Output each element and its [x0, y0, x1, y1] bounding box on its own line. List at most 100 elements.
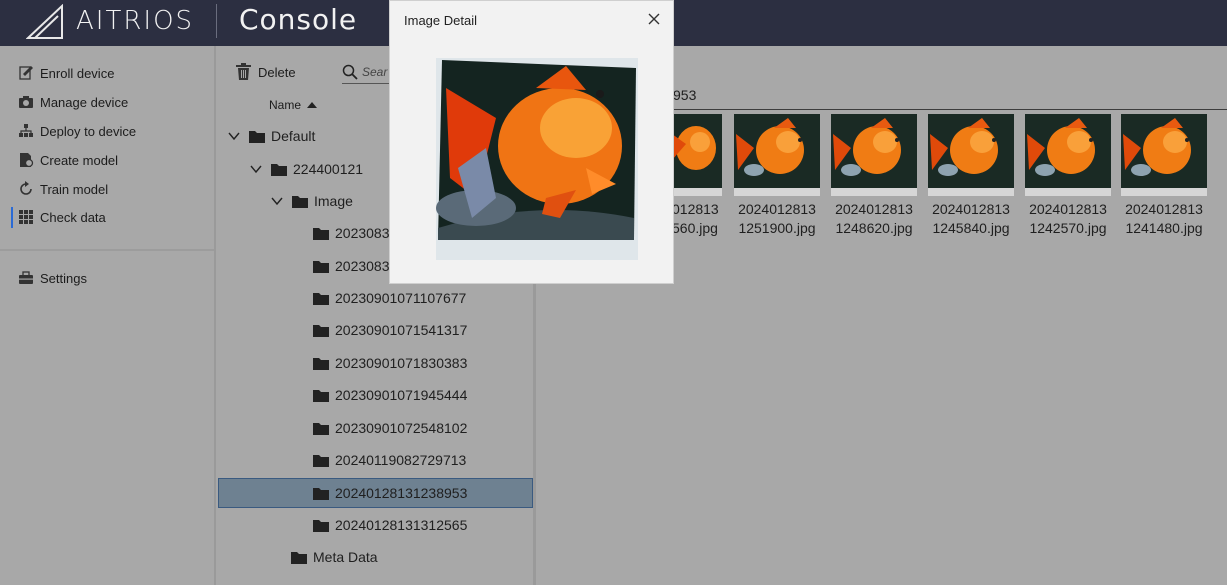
node-label: 20240119082729713 [335, 452, 467, 468]
caption-line-1: 2024012813 [932, 201, 1010, 217]
image-thumbnail[interactable]: 2024012813 1242570.jpg [1023, 114, 1113, 238]
node-label: Default [271, 128, 316, 144]
caption-line-2: 1241480.jpg [1125, 220, 1203, 236]
node-label: 20230901071945444 [335, 387, 468, 403]
nav-label: Train model [40, 181, 109, 197]
caption-line-1: 2024012813 [1029, 201, 1107, 217]
tree-node-image[interactable]: Image [270, 186, 353, 216]
thumbnail-caption: 2024012813 1248620.jpg [829, 200, 919, 238]
chevron-down-icon [228, 132, 240, 141]
thumbnail-caption: 2024012813 1242570.jpg [1023, 200, 1113, 238]
node-label: Image [314, 193, 353, 209]
nav-label: Create model [40, 152, 119, 168]
nav-check-data[interactable]: Check data [18, 207, 106, 227]
caption-line-2: 1242570.jpg [1029, 220, 1107, 236]
tree-node-folder[interactable]: 20230901071107677 [313, 283, 466, 313]
folder-icon [313, 292, 329, 305]
nav-label: Manage device [40, 94, 129, 110]
nav-label: Settings [40, 270, 87, 286]
folder-icon [271, 163, 287, 176]
chevron-down-icon [271, 197, 283, 206]
train-icon [20, 181, 32, 195]
goldfish-thumbnail-image [672, 114, 722, 196]
node-label: 224400121 [293, 161, 364, 177]
nav-enroll-device[interactable]: Enroll device [18, 63, 114, 83]
folder-icon [313, 260, 329, 273]
image-thumbnail[interactable]: 2024012813 1241480.jpg [1119, 114, 1209, 238]
search-placeholder: Sear [362, 64, 388, 79]
node-label: 20240128131238953 [335, 485, 468, 501]
deploy-icon [19, 124, 33, 137]
folder-icon [313, 324, 329, 337]
node-label: 20230901071541317 [335, 322, 468, 338]
grid-icon [19, 210, 33, 224]
goldfish-thumbnail-image [1121, 114, 1207, 196]
tree-node-device[interactable]: 224400121 [249, 154, 363, 184]
camera-icon [19, 96, 33, 108]
thumbnail-caption: 2024012813 1241480.jpg [1119, 200, 1209, 238]
folder-icon [292, 195, 308, 208]
enroll-icon [19, 66, 33, 80]
nav-label: Deploy to device [40, 123, 137, 139]
name-column-header[interactable]: Name [269, 98, 318, 112]
nav-manage-device[interactable]: Manage device [18, 92, 128, 112]
caption-line-1: 2024012813 [835, 201, 913, 217]
tree-node-folder[interactable]: 20230901071945444 [313, 380, 467, 410]
tree-node-folder[interactable]: 20230901072548102 [313, 413, 467, 443]
tree-node-folder-selected[interactable]: 20240128131238953 [218, 478, 533, 508]
node-label: 2023083 [335, 258, 390, 274]
chevron-down-icon [250, 165, 262, 174]
nav-active-indicator [11, 207, 13, 228]
image-thumbnail[interactable]: 012813 560.jpg [672, 114, 722, 238]
current-folder-path: 953 [673, 87, 697, 103]
tree-node-folder[interactable]: 20230901071830383 [313, 348, 467, 378]
sort-ascending-icon [307, 102, 318, 108]
goldfish-thumbnail-image [928, 114, 1014, 196]
tree-node-meta-data[interactable]: Meta Data [291, 542, 378, 572]
node-label: Meta Data [313, 549, 378, 565]
search-icon [342, 64, 358, 80]
folder-icon [291, 551, 307, 564]
sidebar-nav: Enroll device Manage device Deploy to de… [0, 46, 216, 585]
dialog-title: Image Detail [404, 13, 477, 28]
create-model-icon [20, 153, 34, 168]
goldfish-thumbnail-image [734, 114, 820, 196]
folder-icon [313, 389, 329, 402]
folder-icon [313, 454, 329, 467]
thumbnail-caption: 012813 560.jpg [672, 200, 722, 238]
tree-node-folder[interactable]: 20240119082729713 [313, 445, 466, 475]
image-thumbnail[interactable]: 2024012813 1251900.jpg [732, 114, 822, 238]
tree-node-folder[interactable]: 20240128131312565 [313, 510, 467, 540]
brand-name: AITRIOS [76, 6, 195, 36]
goldfish-thumbnail-image [1025, 114, 1111, 196]
nav-train-model[interactable]: Train model [18, 179, 108, 199]
nav-label: Check data [40, 209, 106, 225]
node-label: 20240128131312565 [335, 517, 468, 533]
nav-deploy-to-device[interactable]: Deploy to device [18, 121, 136, 141]
tree-node-folder[interactable]: 2023083 [313, 218, 390, 248]
close-icon[interactable] [646, 11, 662, 27]
nav-settings[interactable]: Settings [18, 268, 87, 288]
image-thumbnail[interactable]: 2024012813 1248620.jpg [829, 114, 919, 238]
node-label: 20230901071107677 [335, 290, 467, 306]
folder-icon [313, 357, 329, 370]
toolbox-icon [19, 271, 33, 284]
tree-node-folder[interactable]: 2023083 [313, 251, 390, 281]
caption-line-1: 012813 [672, 201, 719, 217]
caption-line-2: 560.jpg [672, 220, 718, 236]
image-thumbnail[interactable]: 2024012813 1245840.jpg [926, 114, 1016, 238]
product-name: Console [239, 3, 358, 36]
node-label: 20230901072548102 [335, 420, 468, 436]
delete-button[interactable]: Delete [235, 63, 296, 81]
node-label: 2023083 [335, 225, 390, 241]
goldfish-thumbnail-image [831, 114, 917, 196]
caption-line-1: 2024012813 [738, 201, 816, 217]
nav-create-model[interactable]: Create model [18, 150, 118, 170]
goldfish-detail-image [436, 58, 638, 260]
tree-node-folder[interactable]: 20230901071541317 [313, 315, 467, 345]
tree-node-default[interactable]: Default [227, 121, 315, 151]
aitrios-logo-icon [26, 4, 63, 39]
folder-icon [313, 519, 329, 532]
folder-icon [313, 487, 329, 500]
caption-line-1: 2024012813 [1125, 201, 1203, 217]
